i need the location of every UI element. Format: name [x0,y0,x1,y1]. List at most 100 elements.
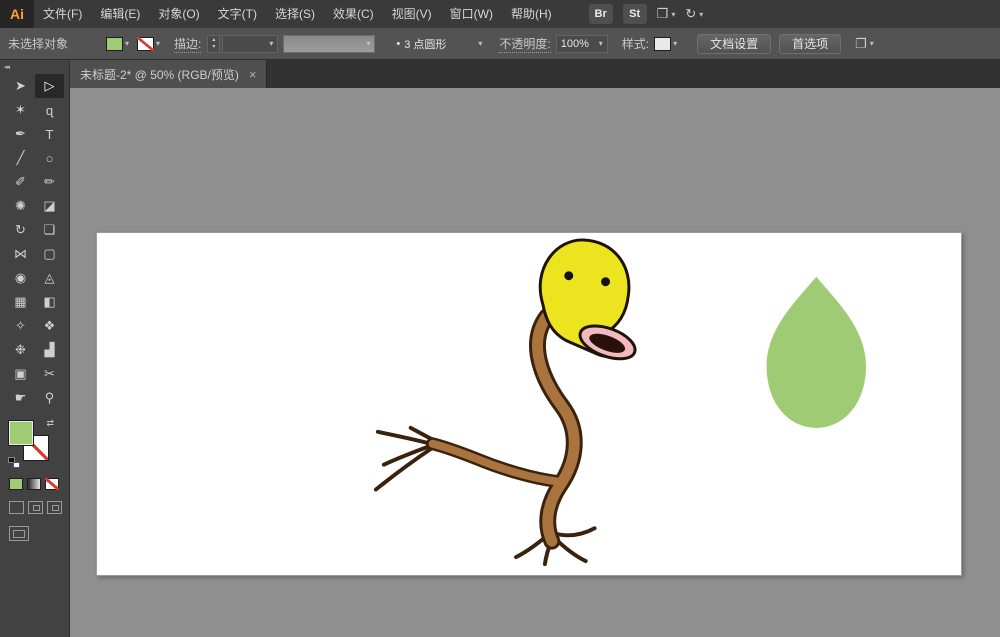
width-tool[interactable]: ⋈ [6,242,35,266]
sync-settings[interactable]: ↻ ▾ [685,6,703,22]
ellipse-tool[interactable]: ○ [35,146,64,170]
menu-effect[interactable]: 效果(C) [324,0,383,28]
lasso-tool[interactable]: ɋ [35,98,64,122]
eyedropper-tool[interactable]: ✧ [6,314,35,338]
gradient-button[interactable] [27,478,41,490]
preferences-button[interactable]: 首选项 [779,34,841,54]
chevron-down-icon: ▾ [673,39,677,48]
illustrator-app: { "app": { "logo_text": "Ai" }, "menubar… [0,0,1000,637]
bellsprout-arm-twigs [376,428,437,490]
style-swatch [654,37,671,51]
stroke-weight-label[interactable]: 描边: [174,35,201,53]
paint-type-row [9,478,69,490]
opacity-value: 100% [561,38,589,50]
direct-selection-tool[interactable]: ▷ [35,74,64,98]
opacity-field[interactable]: 100% ▾ [556,35,608,53]
menu-help[interactable]: 帮助(H) [502,0,561,28]
document-tab-title: 未标题-2* @ 50% (RGB/预览) [80,66,239,83]
selection-context-label: 未选择对象 [8,35,68,52]
chevron-down-icon: ▾ [599,39,603,48]
menu-type[interactable]: 文字(T) [209,0,266,28]
document-tab[interactable]: 未标题-2* @ 50% (RGB/预览) × [70,60,267,88]
blob-brush-tool[interactable]: ✺ [6,194,35,218]
pencil-tool[interactable]: ✏ [35,170,64,194]
symbol-sprayer-tool[interactable]: ❉ [6,338,35,362]
collapse-panel-icon[interactable]: ◂◂ [4,63,9,71]
type-tool[interactable]: T [35,122,64,146]
menu-window[interactable]: 窗口(W) [441,0,502,28]
document-setup-button[interactable]: 文档设置 [697,34,771,54]
pen-tool[interactable]: ✒ [6,122,35,146]
stroke-weight-dropdown[interactable]: ▾ [222,35,278,53]
arrange-icon: ❐ [855,36,867,52]
bridge-icon[interactable]: Br [589,4,613,24]
zoom-tool[interactable]: ⚲ [35,386,64,410]
screen-mode-row [9,526,69,541]
blend-tool[interactable]: ❖ [35,314,64,338]
draw-inside-icon[interactable] [47,501,62,514]
rotate-tool[interactable]: ↻ [6,218,35,242]
stroke-color-dropdown[interactable]: ▾ [137,37,160,51]
eraser-tool[interactable]: ◪ [35,194,64,218]
opacity-label[interactable]: 不透明度: [499,35,550,53]
workspace-icon: ❐ [657,6,669,22]
menu-view[interactable]: 视图(V) [383,0,441,28]
free-transform-tool[interactable]: ▢ [35,242,64,266]
chevron-down-icon: ▾ [269,39,273,48]
chevron-down-icon: ▾ [870,39,874,48]
artboard-tool[interactable]: ▣ [6,362,35,386]
selection-tool[interactable]: ➤ [6,74,35,98]
artboard[interactable] [96,232,962,576]
none-button[interactable] [45,478,59,490]
color-button[interactable] [9,478,23,490]
shape-builder-tool[interactable]: ◉ [6,266,35,290]
canvas[interactable] [70,88,1000,637]
style-dropdown[interactable]: ▾ [654,37,677,51]
stroke-weight-stepper[interactable]: ▴ ▾ [207,35,220,53]
default-fill-stroke-icon[interactable] [8,457,20,468]
brush-definition-dropdown[interactable]: • 3 点圆形 ▾ [391,35,487,53]
chevron-down-icon: ▾ [478,39,482,48]
leaf-shape[interactable] [767,277,866,428]
menu-select[interactable]: 选择(S) [266,0,324,28]
hand-tool[interactable]: ☛ [6,386,35,410]
scale-tool[interactable]: ❏ [35,218,64,242]
width-profile-dropdown: ▾ [283,35,375,53]
fill-color-dropdown[interactable]: ▾ [106,37,129,51]
arrange-documents[interactable]: ❐ ▾ [855,36,874,52]
tools-panel-header: ◂◂ [0,60,69,74]
close-icon[interactable]: × [249,67,257,82]
fill-indicator[interactable] [8,420,34,446]
tools-panel: ◂◂ ➤ ▷ ✶ ɋ ✒ T ╱ ○ ✐ ✏ ✺ ◪ ↻ ❏ ⋈ ▢ ◉ ◬ ▦… [0,60,70,637]
graph-tool[interactable]: ▟ [35,338,64,362]
chevron-down-icon: ▾ [125,39,129,48]
menu-file[interactable]: 文件(F) [34,0,91,28]
gradient-tool[interactable]: ◧ [35,290,64,314]
stock-icon[interactable]: St [623,4,647,24]
mesh-tool[interactable]: ▦ [6,290,35,314]
screen-mode-icon[interactable] [9,526,29,541]
menu-object[interactable]: 对象(O) [149,0,208,28]
menubar-right-icons: Br St ❐ ▾ ↻ ▾ [589,4,704,24]
stroke-color-swatch-none [137,37,154,51]
line-segment-tool[interactable]: ╱ [6,146,35,170]
magic-wand-tool[interactable]: ✶ [6,98,35,122]
bellsprout-drawing [97,233,961,575]
canvas-region: 未标题-2* @ 50% (RGB/预览) × [70,60,1000,637]
draw-normal-icon[interactable] [9,501,24,514]
bellsprout-figure[interactable] [376,240,639,564]
tools-grid: ➤ ▷ ✶ ɋ ✒ T ╱ ○ ✐ ✏ ✺ ◪ ↻ ❏ ⋈ ▢ ◉ ◬ ▦ ◧ … [6,74,69,410]
workspace-switcher[interactable]: ❐ ▾ [657,6,676,22]
paintbrush-tool[interactable]: ✐ [6,170,35,194]
draw-behind-icon[interactable] [28,501,43,514]
perspective-grid-tool[interactable]: ◬ [35,266,64,290]
swap-fill-stroke-icon[interactable]: ⇄ [46,418,54,429]
draw-mode-row [9,501,69,514]
fill-color-swatch [106,37,123,51]
app-logo: Ai [0,0,34,28]
menu-edit[interactable]: 编辑(E) [91,0,149,28]
bellsprout-arm [433,444,558,482]
bellsprout-eye-right [601,277,610,286]
brush-preview-icon: • [396,38,400,50]
slice-tool[interactable]: ✂ [35,362,64,386]
